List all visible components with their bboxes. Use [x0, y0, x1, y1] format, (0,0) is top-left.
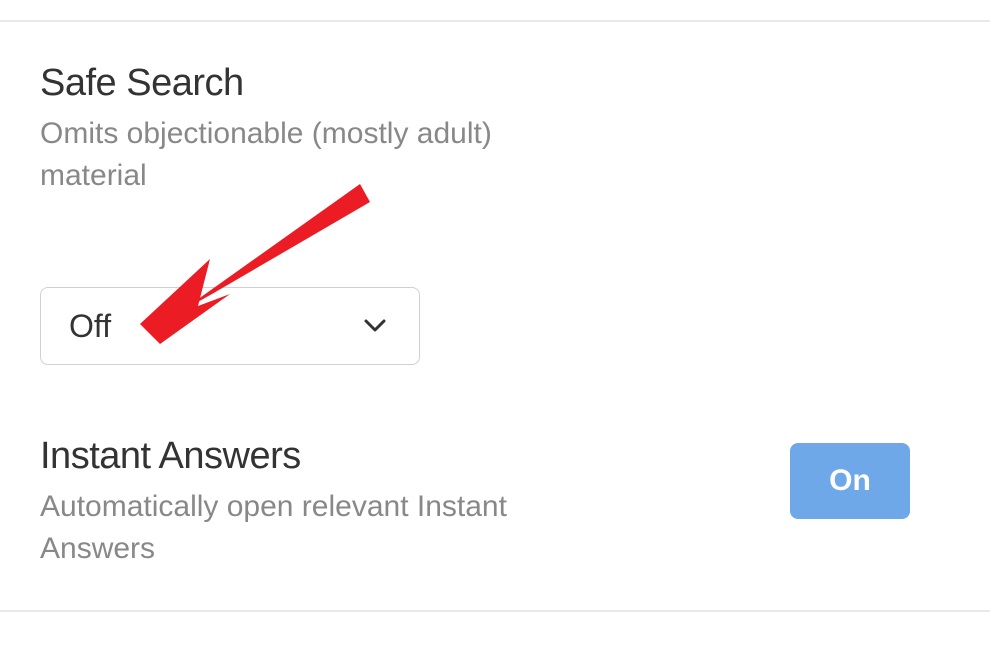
- divider-bottom: [0, 610, 990, 612]
- safe-search-description: Omits objectionable (mostly adult) mater…: [40, 113, 600, 197]
- safe-search-dropdown[interactable]: Off: [40, 287, 420, 365]
- safe-search-title: Safe Search: [40, 62, 950, 105]
- settings-panel: Safe Search Omits objectionable (mostly …: [0, 20, 990, 612]
- instant-answers-title: Instant Answers: [40, 435, 790, 478]
- safe-search-section: Safe Search Omits objectionable (mostly …: [0, 22, 990, 365]
- instant-answers-section: Instant Answers Automatically open relev…: [0, 365, 990, 570]
- safe-search-dropdown-value: Off: [69, 308, 111, 345]
- instant-answers-toggle[interactable]: On: [790, 443, 910, 519]
- chevron-down-icon: [363, 314, 387, 338]
- instant-answers-toggle-label: On: [829, 464, 871, 498]
- instant-answers-description: Automatically open relevant Instant Answ…: [40, 486, 600, 570]
